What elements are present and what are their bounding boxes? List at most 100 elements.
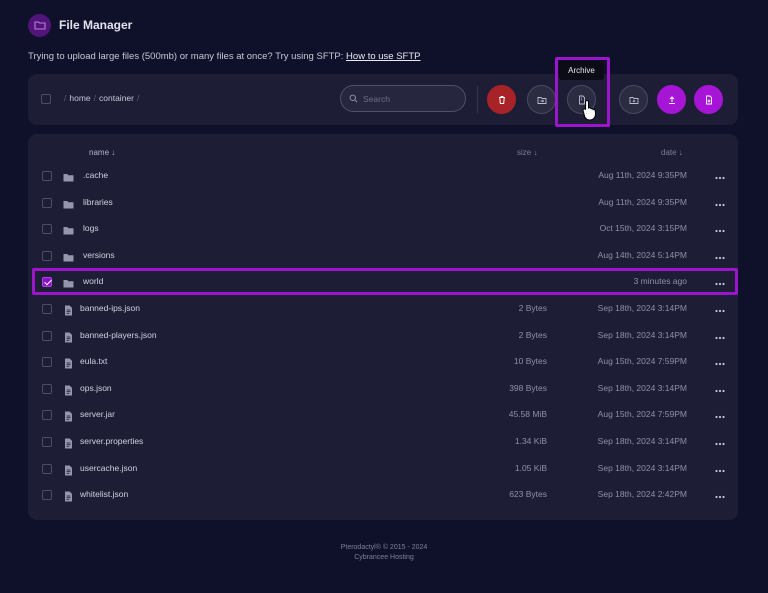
delete-button[interactable]	[487, 85, 516, 114]
more-options-icon[interactable]	[714, 409, 726, 419]
folder-icon	[63, 250, 74, 262]
row-checkbox[interactable]	[42, 330, 52, 341]
file-date: Sep 18th, 2024 3:14PM	[597, 382, 687, 393]
row-checkbox[interactable]	[42, 304, 52, 314]
file-icon	[63, 383, 74, 396]
footer-host: Cybrancee Hosting	[354, 554, 414, 561]
file-name[interactable]: server.jar	[80, 409, 115, 419]
page-title: File Manager	[59, 18, 133, 32]
file-name[interactable]: ops.json	[80, 383, 112, 393]
file-icon	[63, 489, 74, 502]
file-name[interactable]: versions	[83, 250, 115, 260]
row-checkbox[interactable]	[42, 410, 52, 421]
row-checkbox[interactable]	[42, 197, 52, 208]
column-header-size[interactable]: size ↓	[517, 148, 537, 157]
folder-icon	[63, 170, 74, 182]
more-options-icon[interactable]	[714, 170, 726, 180]
sftp-help-link[interactable]: How to use SFTP	[346, 51, 420, 62]
folder-move-icon	[537, 96, 546, 104]
file-date: Aug 11th, 2024 9:35PM	[598, 196, 687, 207]
app-header: File Manager	[28, 13, 132, 37]
table-row[interactable]: server.jar 45.58 MiB Aug 15th, 2024 7:59PM	[28, 401, 738, 428]
more-options-icon[interactable]	[714, 276, 726, 286]
breadcrumb-separator: /	[64, 93, 67, 103]
folder-open-icon	[28, 13, 51, 37]
file-name[interactable]: usercache.json	[80, 463, 137, 473]
file-size: 623 Bytes	[509, 489, 547, 500]
file-icon	[63, 463, 74, 476]
row-checkbox[interactable]	[42, 437, 52, 447]
row-checkbox[interactable]	[42, 463, 52, 474]
upload-button[interactable]	[657, 85, 686, 114]
file-date: Aug 14th, 2024 5:14PM	[597, 249, 687, 260]
column-header-name[interactable]: name ↓	[89, 148, 115, 157]
trash-icon	[498, 95, 505, 104]
more-options-icon[interactable]	[714, 330, 726, 340]
more-options-icon[interactable]	[714, 223, 726, 233]
file-name[interactable]: banned-ips.json	[80, 303, 140, 313]
more-options-icon[interactable]	[714, 383, 726, 393]
row-checkbox[interactable]	[42, 383, 52, 394]
row-checkbox[interactable]	[42, 224, 52, 235]
more-options-icon[interactable]	[714, 197, 726, 207]
file-size: 1.34 KiB	[514, 436, 547, 446]
file-name[interactable]: server.properties	[80, 436, 143, 446]
file-date: Sep 18th, 2024 3:14PM	[597, 436, 687, 446]
row-checkbox[interactable]	[42, 490, 52, 501]
select-all-checkbox[interactable]	[41, 94, 51, 104]
file-plus-icon	[705, 95, 712, 104]
table-row[interactable]: versions Aug 14th, 2024 5:14PM	[28, 242, 738, 269]
file-date: 3 minutes ago	[633, 276, 687, 287]
more-options-icon[interactable]	[714, 436, 726, 446]
more-options-icon[interactable]	[714, 463, 726, 473]
file-date: Aug 15th, 2024 7:59PM	[597, 409, 687, 420]
file-name[interactable]: whitelist.json	[80, 489, 128, 499]
sftp-notice-text: Trying to upload large files (500mb) or …	[28, 51, 347, 62]
more-options-icon[interactable]	[714, 303, 726, 313]
archive-tooltip: Archive	[559, 61, 604, 80]
search-icon	[349, 94, 358, 103]
table-row[interactable]: .cache Aug 11th, 2024 9:35PM	[28, 162, 738, 189]
file-size: 398 Bytes	[509, 382, 547, 393]
table-row[interactable]: usercache.json 1.05 KiB Sep 18th, 2024 3:1…	[28, 455, 738, 482]
more-options-icon[interactable]	[714, 356, 726, 366]
file-name[interactable]: libraries	[83, 197, 113, 207]
breadcrumb-separator: /	[136, 93, 140, 103]
row-checkbox[interactable]	[42, 357, 52, 368]
row-checkbox[interactable]	[42, 171, 52, 181]
upload-icon	[668, 95, 675, 104]
table-row[interactable]: world 3 minutes ago	[28, 268, 738, 295]
row-checkbox[interactable]	[42, 250, 52, 261]
file-icon	[63, 436, 74, 449]
row-checkbox[interactable]	[42, 277, 52, 288]
table-row[interactable]: ops.json 398 Bytes Sep 18th, 2024 3:14PM	[28, 375, 738, 402]
table-row[interactable]: server.properties 1.34 KiB Sep 18th, 2024 …	[28, 428, 738, 455]
file-name[interactable]: .cache	[83, 170, 108, 180]
breadcrumb-container[interactable]: container	[99, 93, 134, 103]
file-icon	[63, 409, 74, 422]
table-row[interactable]: whitelist.json 623 Bytes Sep 18th, 2024 2:…	[28, 481, 738, 508]
file-name[interactable]: banned-players.json	[80, 330, 157, 340]
move-button[interactable]	[527, 85, 556, 114]
table-row[interactable]: banned-players.json 2 Bytes Sep 18th, 2024…	[28, 322, 738, 349]
folder-icon	[63, 223, 74, 235]
column-header-date[interactable]: date ↓	[661, 148, 683, 157]
more-options-icon[interactable]	[714, 489, 726, 499]
file-name[interactable]: eula.txt	[80, 356, 107, 366]
table-row[interactable]: eula.txt 10 Bytes Aug 15th, 2024 7:59PM	[28, 348, 738, 375]
search-input[interactable]	[363, 93, 458, 104]
new-folder-button[interactable]	[619, 85, 648, 114]
breadcrumb-home[interactable]: home	[69, 93, 90, 103]
more-options-icon[interactable]	[714, 250, 726, 260]
toolbar-divider	[477, 86, 478, 113]
file-date: Oct 15th, 2024 3:15PM	[599, 223, 687, 234]
table-row[interactable]: libraries Aug 11th, 2024 9:35PM	[28, 189, 738, 216]
file-date: Sep 18th, 2024 3:14PM	[597, 303, 687, 313]
file-size: 45.58 MiB	[508, 409, 547, 420]
table-row[interactable]: banned-ips.json 2 Bytes Sep 18th, 2024 3:1…	[28, 295, 738, 322]
file-name[interactable]: logs	[83, 223, 99, 233]
table-row[interactable]: logs Oct 15th, 2024 3:15PM	[28, 215, 738, 242]
new-file-button[interactable]	[694, 85, 723, 114]
search-box[interactable]	[340, 85, 466, 112]
file-name[interactable]: world	[83, 276, 103, 286]
